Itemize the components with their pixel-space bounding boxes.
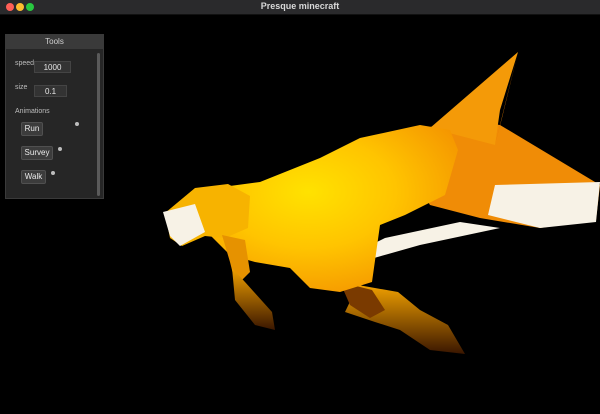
speed-label: speed: [15, 60, 35, 67]
panel-scrollbar[interactable]: [97, 53, 100, 196]
walk-button[interactable]: Walk: [21, 170, 46, 184]
size-field[interactable]: 0.1: [34, 85, 67, 97]
walk-radio[interactable]: [51, 171, 55, 175]
fox-model: [163, 52, 600, 354]
run-radio[interactable]: [75, 122, 79, 126]
survey-radio[interactable]: [58, 147, 62, 151]
survey-button[interactable]: Survey: [21, 146, 53, 160]
run-button[interactable]: Run: [21, 122, 43, 136]
size-label: size: [15, 84, 28, 91]
window-title: Presque minecraft: [260, 1, 340, 11]
fox-front-leg-2: [232, 268, 275, 330]
tools-panel-title[interactable]: Tools: [6, 35, 103, 49]
speed-field[interactable]: 1000: [34, 61, 71, 73]
tools-panel: Tools speed 1000 size 0.1 Animations Run…: [5, 34, 104, 199]
title-bar: Presque minecraft: [0, 0, 600, 15]
animations-label: Animations: [15, 108, 50, 115]
app-window: Presque minecraft Tools speed 1000 size …: [0, 0, 600, 414]
